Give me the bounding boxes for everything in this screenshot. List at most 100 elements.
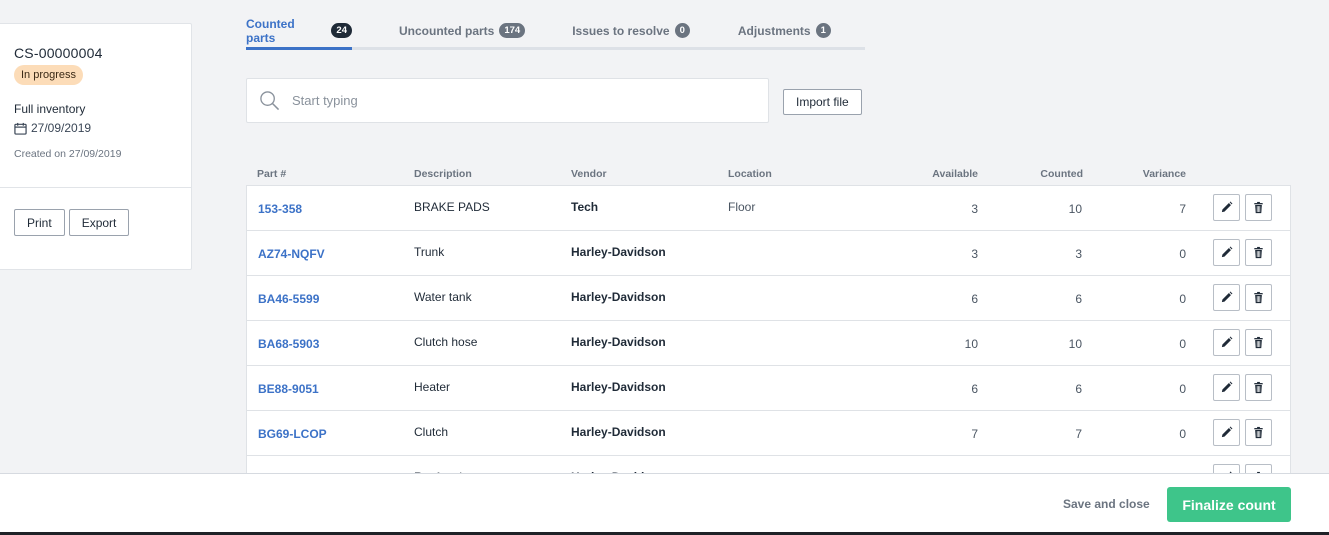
table-row: AZ74-NQFV Trunk Harley-Davidson 3 3 0 <box>247 231 1290 276</box>
header-available: Available <box>932 168 978 180</box>
search-input[interactable] <box>292 93 732 108</box>
part-number-link[interactable]: BG69-LCOP <box>258 427 327 441</box>
tab-label: Issues to resolve <box>572 23 670 38</box>
delete-button[interactable] <box>1245 419 1272 446</box>
part-number-link[interactable]: BA46-5599 <box>258 292 319 306</box>
tab-count-badge: 1 <box>815 23 831 38</box>
part-vendor: Tech <box>571 200 599 214</box>
trash-icon <box>1254 201 1263 214</box>
tab-label: Adjustments <box>737 23 811 38</box>
inventory-type: Full inventory <box>14 102 86 116</box>
delete-button[interactable] <box>1245 194 1272 221</box>
part-description: Heater <box>414 380 451 394</box>
counted-qty: 6 <box>1075 382 1082 396</box>
delete-button[interactable] <box>1245 284 1272 311</box>
part-number-link[interactable]: 153-358 <box>258 202 302 216</box>
tab-counted-parts[interactable]: Counted parts 24 <box>246 17 352 50</box>
counted-qty: 3 <box>1075 247 1082 261</box>
counted-qty: 6 <box>1075 292 1082 306</box>
row-actions <box>1213 419 1272 446</box>
trash-icon <box>1254 336 1263 349</box>
tab-count-badge: 0 <box>674 23 690 38</box>
available-qty: 6 <box>971 382 978 396</box>
edit-button[interactable] <box>1213 374 1240 401</box>
import-file-button[interactable]: Import file <box>783 89 862 115</box>
delete-button[interactable] <box>1245 329 1272 356</box>
pencil-icon <box>1221 246 1233 258</box>
tab-issues-to-resolve[interactable]: Issues to resolve 0 <box>572 18 690 47</box>
header-vendor: Vendor <box>571 168 607 180</box>
part-description: BRAKE PADS <box>414 200 490 214</box>
tab-count-badge: 174 <box>499 23 526 38</box>
variance-qty: 0 <box>1179 247 1186 261</box>
inventory-date: 27/09/2019 <box>14 121 191 135</box>
part-vendor: Harley-Davidson <box>571 245 666 259</box>
export-button[interactable]: Export <box>68 209 130 236</box>
table-header: Part # Description Vendor Location Avail… <box>246 163 1291 185</box>
finalize-count-button[interactable]: Finalize count <box>1167 487 1291 522</box>
delete-button[interactable] <box>1245 239 1272 266</box>
part-description: Clutch <box>414 425 449 439</box>
created-date: Created on 27/09/2019 <box>14 148 122 160</box>
part-description: Clutch hose <box>414 335 478 349</box>
available-qty: 3 <box>971 247 978 261</box>
counted-qty: 7 <box>1075 427 1082 441</box>
counted-qty: 10 <box>1068 202 1082 216</box>
part-description: Trunk <box>414 245 445 259</box>
edit-button[interactable] <box>1213 329 1240 356</box>
variance-qty: 0 <box>1179 382 1186 396</box>
table-row: BA68-5903 Clutch hose Harley-Davidson 10… <box>247 321 1290 366</box>
save-and-close-button[interactable]: Save and close <box>1063 497 1150 511</box>
part-location: Floor <box>728 200 756 214</box>
print-button[interactable]: Print <box>14 209 65 236</box>
available-qty: 7 <box>971 427 978 441</box>
pencil-icon <box>1221 426 1233 438</box>
trash-icon <box>1254 381 1263 394</box>
edit-button[interactable] <box>1213 194 1240 221</box>
table-row: BA46-5599 Water tank Harley-Davidson 6 6… <box>247 276 1290 321</box>
header-part: Part # <box>257 168 287 180</box>
header-location: Location <box>728 168 772 180</box>
header-variance: Variance <box>1142 168 1186 180</box>
variance-qty: 0 <box>1179 292 1186 306</box>
count-id: CS-00000004 <box>14 45 103 61</box>
available-qty: 10 <box>964 337 978 351</box>
variance-qty: 0 <box>1179 427 1186 441</box>
pencil-icon <box>1221 381 1233 393</box>
trash-icon <box>1254 426 1263 439</box>
count-info-card: CS-00000004 In progress Full inventory 2… <box>0 23 192 270</box>
part-number-link[interactable]: AZ74-NQFV <box>258 247 325 261</box>
part-vendor: Harley-Davidson <box>571 335 666 349</box>
row-actions <box>1213 194 1272 221</box>
trash-icon <box>1254 246 1263 259</box>
inventory-date-value: 27/09/2019 <box>31 121 92 135</box>
tab-uncounted-parts[interactable]: Uncounted parts 174 <box>399 18 526 47</box>
part-vendor: Harley-Davidson <box>571 290 666 304</box>
table-row: 153-358 BRAKE PADS Tech Floor 3 10 7 <box>247 186 1290 231</box>
count-info-details: CS-00000004 In progress Full inventory 2… <box>0 24 191 188</box>
row-actions <box>1213 239 1272 266</box>
pencil-icon <box>1221 201 1233 213</box>
edit-button[interactable] <box>1213 419 1240 446</box>
table-row: BE88-9051 Heater Harley-Davidson 6 6 0 <box>247 366 1290 411</box>
part-number-link[interactable]: BE88-9051 <box>258 382 319 396</box>
pencil-icon <box>1221 336 1233 348</box>
header-description: Description <box>414 168 472 180</box>
delete-button[interactable] <box>1245 374 1272 401</box>
variance-qty: 0 <box>1179 337 1186 351</box>
part-number-link[interactable]: BA68-5903 <box>258 337 319 351</box>
calendar-icon <box>14 122 27 135</box>
available-qty: 6 <box>971 292 978 306</box>
status-badge: In progress <box>14 65 84 85</box>
tab-adjustments[interactable]: Adjustments 1 <box>738 18 831 47</box>
table-row: BG69-LCOP Clutch Harley-Davidson 7 7 0 <box>247 411 1290 456</box>
trash-icon <box>1254 291 1263 304</box>
part-vendor: Harley-Davidson <box>571 380 666 394</box>
part-description: Water tank <box>414 290 472 304</box>
available-qty: 3 <box>971 202 978 216</box>
edit-button[interactable] <box>1213 284 1240 311</box>
tab-label: Uncounted parts <box>399 23 495 38</box>
footer-bar: Save and close Finalize count <box>0 473 1329 535</box>
edit-button[interactable] <box>1213 239 1240 266</box>
counted-qty: 10 <box>1068 337 1082 351</box>
